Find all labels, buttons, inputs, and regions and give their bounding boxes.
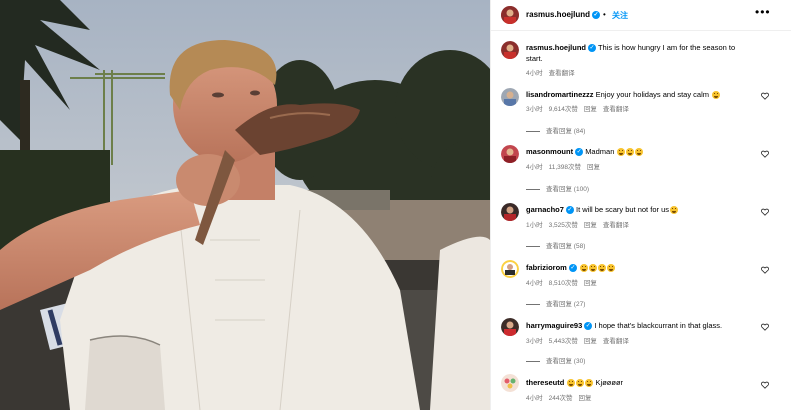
translate-button[interactable]: 查看翻译 — [603, 222, 629, 229]
reply-button[interactable]: 回复 — [584, 222, 597, 229]
verified-icon: ✓ — [575, 148, 584, 157]
comment-avatar-garnacho7[interactable] — [501, 203, 519, 221]
emoji-icon — [617, 148, 626, 157]
emoji-icon — [567, 379, 576, 388]
more-icon[interactable]: ••• — [755, 5, 771, 19]
author-avatar[interactable] — [501, 6, 519, 24]
emoji-icon — [597, 264, 606, 273]
comment-text: thereseutd Kjøøøør — [526, 378, 624, 388]
heart-icon[interactable] — [761, 323, 769, 331]
comment-text: garnacho7 ✓ It will be scary but not for … — [526, 205, 678, 215]
caption-username[interactable]: rasmus.hoejlund — [526, 43, 586, 52]
comment-meta: 4小时 244次赞 回复 — [526, 395, 592, 402]
heart-icon[interactable] — [761, 92, 769, 100]
emoji-icon — [585, 379, 594, 388]
emoji-icon — [588, 264, 597, 273]
post-photo[interactable] — [0, 0, 490, 410]
post-image — [0, 0, 490, 410]
verified-icon: ✓ — [565, 206, 574, 215]
reply-button[interactable]: 回复 — [587, 164, 600, 171]
comment-meta: 4小时 11,398次赞 回复 — [526, 164, 601, 171]
caption-time: 4小时 — [526, 70, 543, 77]
comment-meta: 3小时 9,614次赞 回复 查看翻译 — [526, 106, 629, 113]
verified-icon: ✓ — [592, 10, 601, 19]
reply-button[interactable]: 回复 — [584, 338, 597, 345]
emoji-icon — [635, 148, 644, 157]
comment-meta: 4小时 8,510次赞 回复 — [526, 280, 597, 287]
post-header: rasmus.hoejlund ✓ • 关注 ••• — [491, 0, 791, 31]
emoji-icon — [579, 264, 588, 273]
emoji-icon — [626, 148, 635, 157]
comment-username[interactable]: thereseutd — [526, 378, 564, 387]
view-replies[interactable]: 查看回复 (30) — [526, 355, 585, 365]
view-replies[interactable]: 查看回复 (84) — [526, 125, 585, 135]
follow-button[interactable]: 关注 — [612, 10, 628, 21]
likes-count[interactable]: 5,443次赞 — [549, 338, 578, 345]
comments-panel: rasmus.hoejlund ✓ • 关注 ••• rasmus.hoejlun… — [490, 0, 791, 410]
view-replies[interactable]: 查看回复 (58) — [526, 240, 585, 250]
dot-separator: • — [603, 10, 606, 19]
heart-icon[interactable] — [761, 208, 769, 216]
heart-icon[interactable] — [761, 150, 769, 158]
emoji-icon — [712, 91, 721, 100]
reply-button[interactable]: 回复 — [578, 395, 591, 402]
comment-username[interactable]: harrymaguire93 — [526, 321, 582, 330]
caption-avatar[interactable] — [501, 41, 519, 59]
reply-button[interactable]: 回复 — [584, 280, 597, 287]
heart-icon[interactable] — [761, 381, 769, 389]
caption-meta: 4小时 查看翻译 — [526, 67, 581, 77]
comment-text: harrymaguire93 ✓ I hope that's blackcurra… — [526, 321, 723, 331]
comment-username[interactable]: garnacho7 — [526, 205, 564, 214]
comment-meta: 1小时 3,525次赞 回复 查看翻译 — [526, 222, 629, 229]
likes-count[interactable]: 8,510次赞 — [549, 280, 578, 287]
comment-text: masonmount ✓ Madman — [526, 147, 644, 157]
comment-username[interactable]: masonmount — [526, 147, 573, 156]
comment-meta: 3小时 5,443次赞 回复 查看翻译 — [526, 338, 629, 345]
translate-button[interactable]: 查看翻译 — [603, 338, 629, 345]
caption-text-line2: start. — [526, 54, 543, 63]
comment-avatar-lisandromartinezzz[interactable] — [501, 88, 519, 106]
likes-count[interactable]: 244次赞 — [549, 395, 573, 402]
comment-text: lisandromartinezzz Enjoy your holidays a… — [526, 90, 721, 100]
translate-button[interactable]: 查看翻译 — [603, 106, 629, 113]
emoji-icon — [670, 206, 678, 215]
emoji-icon — [606, 264, 615, 273]
comment-avatar-masonmount[interactable] — [501, 145, 519, 163]
verified-icon: ✓ — [584, 322, 593, 331]
likes-count[interactable]: 9,614次赞 — [549, 106, 578, 113]
reply-button[interactable]: 回复 — [584, 106, 597, 113]
comment-avatar-fabriziorom[interactable] — [501, 260, 519, 278]
emoji-icon — [576, 379, 585, 388]
view-replies[interactable]: 查看回复 (100) — [526, 183, 589, 193]
verified-icon: ✓ — [588, 44, 597, 53]
comment-username[interactable]: lisandromartinezzz — [526, 90, 594, 99]
caption-translate[interactable]: 查看翻译 — [549, 70, 575, 77]
likes-count[interactable]: 3,525次赞 — [549, 222, 578, 229]
verified-icon: ✓ — [568, 264, 577, 273]
view-replies[interactable]: 查看回复 (27) — [526, 298, 585, 308]
comment-avatar-harrymaguire93[interactable] — [501, 318, 519, 336]
heart-icon[interactable] — [761, 266, 769, 274]
comment-username[interactable]: fabriziorom — [526, 263, 567, 272]
likes-count[interactable]: 11,398次赞 — [549, 164, 581, 171]
comment-text: fabriziorom ✓ — [526, 263, 615, 273]
comment-avatar-thereseutd[interactable] — [501, 374, 519, 392]
author-username[interactable]: rasmus.hoejlund ✓ — [526, 10, 601, 19]
caption-text: rasmus.hoejlund ✓ This is how hungry I am… — [526, 43, 736, 53]
